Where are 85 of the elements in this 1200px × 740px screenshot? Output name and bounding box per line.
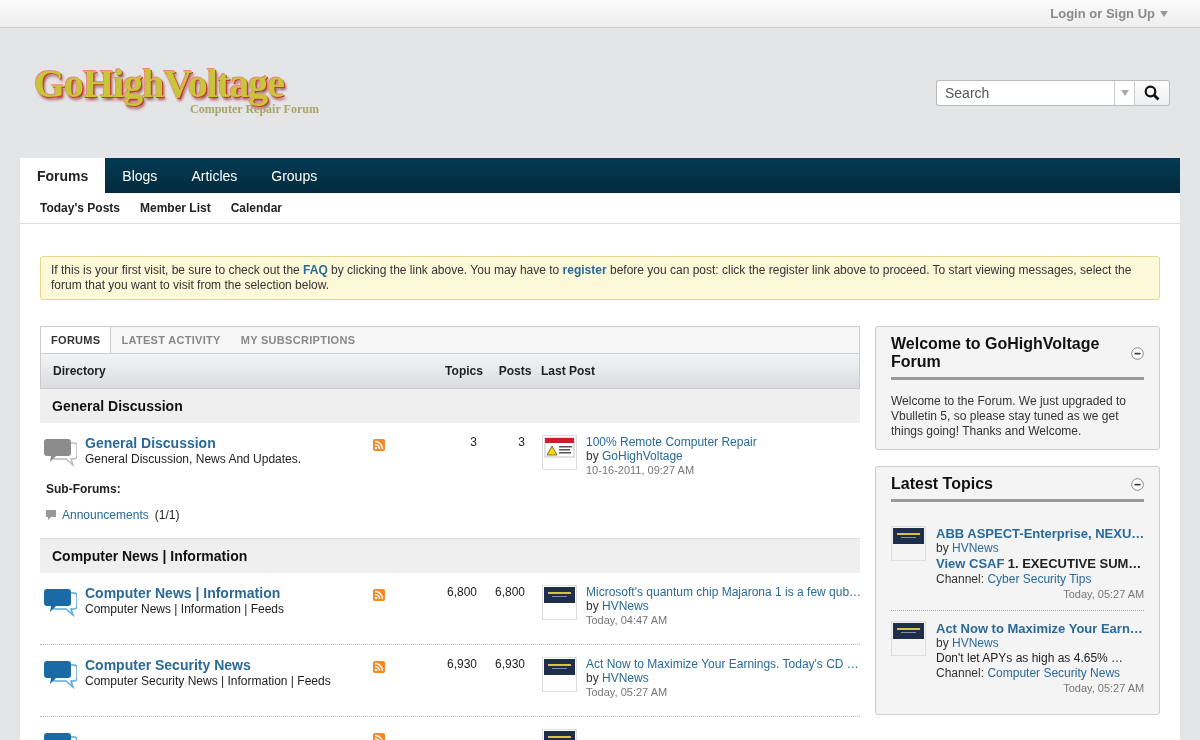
by-label: by <box>586 449 599 463</box>
last-post-title[interactable]: 100% Remote Computer Repair <box>586 435 757 449</box>
speech-bubbles-icon <box>44 587 77 617</box>
topic-preview: 1. EXECUTIVE SUM… <box>1007 556 1142 571</box>
nav-tab[interactable]: Blogs <box>105 158 175 193</box>
nav-link[interactable]: Member List <box>140 201 211 215</box>
forum-description: General Discussion, News And Updates. <box>85 452 302 466</box>
channel-label: Channel: <box>936 666 985 680</box>
forum-tab[interactable]: MY SUBSCRIPTIONS <box>230 327 366 353</box>
topic-count: 3 <box>470 435 477 449</box>
banner-icon <box>542 585 577 620</box>
nav-tab[interactable]: Articles <box>174 158 255 193</box>
author-link[interactable]: HVNews <box>602 671 649 685</box>
by-label: by <box>586 671 599 685</box>
column-header: Directory <box>52 364 107 378</box>
nav-link[interactable]: Today's Posts <box>40 201 120 215</box>
forum-tab[interactable]: FORUMS <box>41 327 112 353</box>
channel-label: Channel: <box>936 572 985 586</box>
channel-link[interactable]: Cyber Security Tips <box>987 572 1092 586</box>
notice-link[interactable]: FAQ <box>303 263 328 277</box>
by-label: by <box>586 599 599 613</box>
category-header: General Discussion <box>40 389 860 423</box>
topic-date: Today, 05:27 AM <box>1063 587 1145 602</box>
search-field[interactable]: Search <box>936 80 1114 106</box>
speech-bubble-icon <box>46 510 56 520</box>
forum-tab[interactable]: LATEST ACTIVITY <box>111 327 231 353</box>
topic-title[interactable]: Act Now to Maximize Your Earn… <box>936 621 1145 636</box>
login-menu[interactable]: Login or Sign Up <box>1050 6 1168 21</box>
rss-icon[interactable] <box>373 589 385 601</box>
author-link[interactable]: GoHighVoltage <box>602 449 683 463</box>
speech-bubbles-icon <box>44 437 77 467</box>
by-label: by <box>936 541 949 555</box>
forum-title[interactable]: Computer Security News <box>85 657 373 673</box>
caret-icon <box>1120 90 1129 96</box>
caret-icon <box>1160 10 1168 17</box>
search-icon <box>1144 85 1160 101</box>
nav-tab[interactable]: Forums <box>20 158 106 193</box>
post-count: 6,800 <box>494 585 525 599</box>
speech-bubbles-icon <box>44 659 77 689</box>
notice-link[interactable]: register <box>562 263 607 277</box>
post-date: 10-16-2011, 09:27 AM <box>586 463 696 477</box>
column-header: Posts <box>497 364 533 378</box>
forum-description: Computer News | Information | Feeds <box>85 602 284 616</box>
rss-icon[interactable] <box>373 661 385 673</box>
post-count: 3 <box>518 435 525 449</box>
post-date: Today, 04:47 AM <box>586 613 669 627</box>
topic-preview: Don't let APYs as high as 4.65% … <box>936 651 1124 665</box>
topic-count: 6,800 <box>446 585 477 599</box>
warning-sign-icon <box>542 435 577 470</box>
channel-link[interactable]: Computer Security News <box>987 666 1121 680</box>
search-dropdown[interactable] <box>1114 80 1134 106</box>
collapse-icon[interactable] <box>1131 346 1145 360</box>
column-header: Topics <box>444 364 484 378</box>
widget-title: Latest Topics <box>891 475 993 493</box>
last-post-title[interactable]: Act Now to Maximize Your Earnings. Today's CD … <box>586 657 859 671</box>
banner-icon <box>891 526 926 561</box>
forum-title[interactable]: General Discussion <box>85 435 373 451</box>
widget-title: Welcome to GoHighVoltage Forum <box>891 335 1101 371</box>
by-label: by <box>936 636 949 650</box>
forum-description: Computer Security News | Information | Feeds <box>85 674 331 688</box>
post-date: Today, 05:27 AM <box>586 685 669 699</box>
last-post-title[interactable]: Microsoft's quantum chip Majarona 1 is a few qub… <box>586 585 862 599</box>
forum-title[interactable]: Computer News | Information <box>85 585 373 601</box>
banner-icon <box>891 621 926 656</box>
post-count: 6,930 <box>494 657 525 671</box>
banner-icon <box>542 657 577 692</box>
topic-title[interactable]: ABB ASPECT-Enterprise, NEXU… <box>936 526 1145 541</box>
author-link[interactable]: HVNews <box>952 636 999 650</box>
collapse-icon[interactable] <box>1131 477 1145 491</box>
topic-count: 6,930 <box>446 657 477 671</box>
author-link[interactable]: HVNews <box>602 599 649 613</box>
subforums-label: Sub-Forums: <box>45 482 122 498</box>
column-header: Last Post <box>541 364 596 378</box>
search-button[interactable] <box>1134 80 1170 106</box>
widget-text: Welcome to the Forum. We just upgraded to Vbulletin 5, so please stay tuned as we get things going! Thanks and Welcome. <box>891 394 1127 439</box>
category-header: Computer News | Information <box>40 538 860 573</box>
rss-icon[interactable] <box>373 439 385 451</box>
topic-date: Today, 05:27 AM <box>1063 681 1145 696</box>
subforum-link[interactable]: Announcements <box>62 508 149 522</box>
welcome-notice: If this is your first visit, be sure to check out the FAQ by clicking the link above. You may have to register before you can post: click the register link above to proceed. To start viewing messages, select the forum that you want to visit from the selection below. <box>40 256 1160 300</box>
subforum-count: (1/1) <box>154 508 180 522</box>
nav-tab[interactable]: Groups <box>254 158 335 193</box>
nav-link[interactable]: Calendar <box>230 201 283 215</box>
preview-link[interactable]: View CSAF <box>936 556 1005 571</box>
author-link[interactable]: HVNews <box>952 541 999 555</box>
